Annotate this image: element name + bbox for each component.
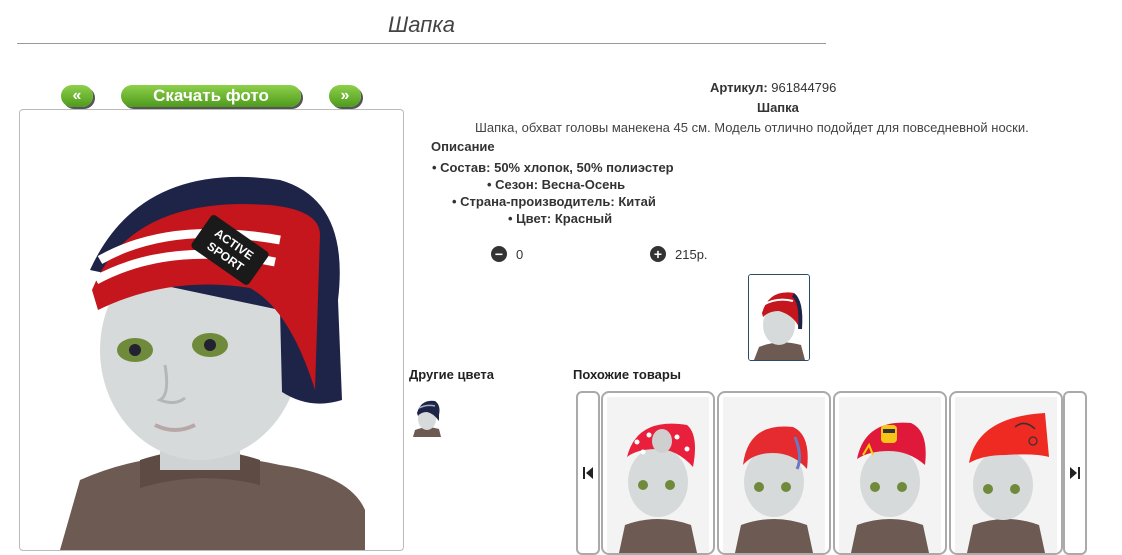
attribute-season: Сезон: Весна-Осень — [487, 177, 625, 192]
other-color-thumbnail[interactable] — [411, 395, 443, 437]
carousel-prev-button[interactable] — [576, 391, 600, 555]
similar-item-image — [619, 423, 697, 553]
similar-item-image — [967, 413, 1049, 553]
navy-hat-thumbnail — [413, 400, 441, 437]
skip-forward-icon — [1070, 467, 1080, 479]
attribute-color: Цвет: Красный — [508, 211, 612, 226]
similar-products-heading: Похожие товары — [573, 367, 681, 382]
product-description: Шапка, обхват головы манекена 45 см. Мод… — [475, 120, 1029, 135]
main-product-photo[interactable]: ACTIVE SPORT — [19, 109, 404, 551]
other-colors-heading: Другие цвета — [409, 367, 494, 382]
next-photo-button[interactable]: » — [329, 85, 361, 107]
similar-item-image — [735, 426, 813, 553]
carousel-next-button[interactable] — [1063, 391, 1087, 555]
sku-label: Артикул: — [710, 80, 768, 95]
similar-item-card[interactable] — [717, 391, 831, 555]
similar-item-card[interactable] — [949, 391, 1063, 555]
similar-item-image — [851, 422, 929, 553]
photo-thumbnail[interactable] — [748, 274, 810, 361]
attribute-composition: Состав: 50% хлопок, 50% полиэстер — [432, 160, 673, 175]
attribute-country: Страна-производитель: Китай — [452, 194, 656, 209]
similar-item-card[interactable] — [833, 391, 947, 555]
minus-icon[interactable]: − — [491, 246, 507, 262]
skip-back-icon — [583, 467, 593, 479]
sku-value: 961844796 — [771, 80, 837, 95]
similar-item-card[interactable] — [601, 391, 715, 555]
price-value: 215р. — [675, 246, 708, 262]
sku-line: Артикул: 961844796 — [710, 80, 836, 95]
thumbnail-image — [749, 275, 809, 360]
child-hat-photo: ACTIVE SPORT — [60, 176, 365, 550]
product-name: Шапка — [757, 100, 799, 115]
title-divider — [17, 43, 826, 44]
price-control: + 215р. — [650, 246, 708, 262]
download-photo-button[interactable]: Скачать фото — [121, 85, 301, 107]
description-heading: Описание — [431, 139, 495, 154]
prev-photo-button[interactable]: « — [61, 85, 93, 107]
plus-icon[interactable]: + — [650, 246, 666, 262]
quantity-value: 0 — [516, 246, 524, 262]
quantity-control: − 0 — [491, 246, 523, 262]
page-title: Шапка — [388, 12, 455, 37]
